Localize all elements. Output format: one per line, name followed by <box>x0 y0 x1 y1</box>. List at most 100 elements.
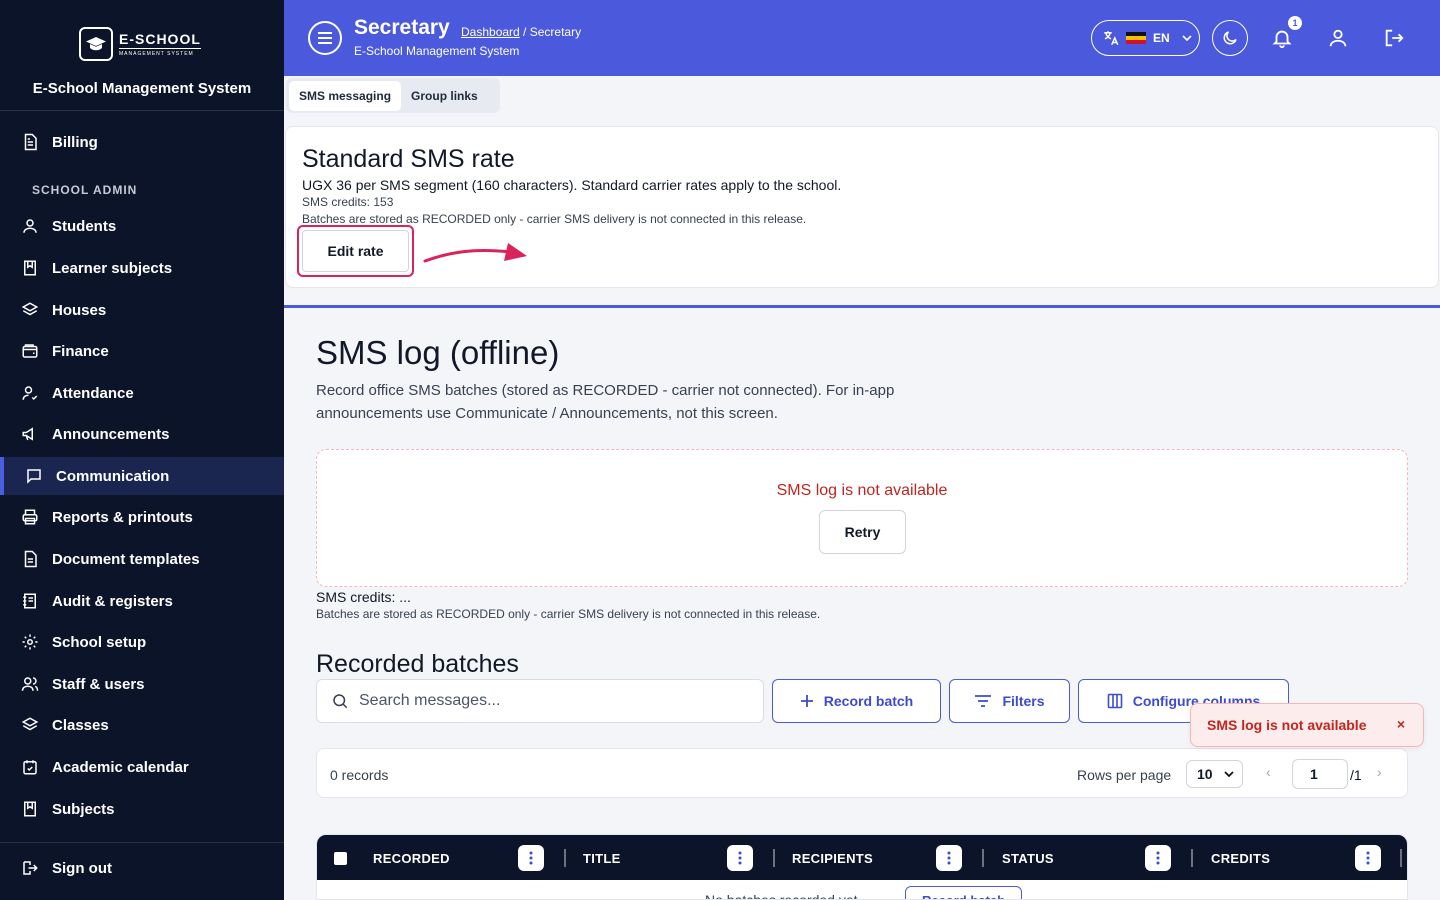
megaphone-icon <box>20 424 40 444</box>
header-subtitle: E-School Management System <box>354 44 520 58</box>
annotation-arrow-icon <box>423 243 527 263</box>
sidebar-item-academic-calendar[interactable]: Academic calendar <box>0 748 284 786</box>
breadcrumb-dashboard-link[interactable]: Dashboard <box>461 25 520 39</box>
page-total: /1 <box>1350 767 1362 783</box>
top-header: Secretary Dashboard / Secretary E-School… <box>284 0 1440 76</box>
sidebar-item-houses[interactable]: Houses <box>0 291 284 329</box>
page-input[interactable]: 1 <box>1292 759 1348 789</box>
dots-vertical-icon <box>1156 851 1160 865</box>
sidebar-item-classes[interactable]: Classes <box>0 706 284 744</box>
sidebar-item-finance[interactable]: Finance <box>0 332 284 370</box>
close-icon[interactable]: × <box>1397 716 1405 732</box>
sidebar-item-label: Academic calendar <box>52 758 189 776</box>
sidebar-item-announcements[interactable]: Announcements <box>0 415 284 453</box>
sidebar-item-staff-users[interactable]: Staff & users <box>0 665 284 703</box>
chevron-down-icon <box>1224 771 1234 778</box>
dots-vertical-icon <box>529 851 533 865</box>
document-icon <box>20 132 40 152</box>
sidebar-item-label: Students <box>52 217 117 235</box>
sidebar-item-reports[interactable]: Reports & printouts <box>0 498 284 536</box>
column-header-credits[interactable]: CREDITS <box>1211 851 1270 866</box>
sidebar-item-label: Reports & printouts <box>52 508 193 526</box>
sidebar-item-school-setup[interactable]: School setup <box>0 623 284 661</box>
column-resize-handle[interactable] <box>773 849 775 867</box>
column-resize-handle[interactable] <box>1191 849 1193 867</box>
column-resize-handle[interactable] <box>982 849 984 867</box>
sidebar-item-label: Audit & registers <box>52 592 173 610</box>
sidebar-item-subjects[interactable]: Subjects <box>0 790 284 828</box>
prev-page-icon[interactable]: ‹ <box>1266 764 1271 780</box>
breadcrumb: Dashboard / Secretary <box>461 25 581 39</box>
hamburger-icon <box>318 32 332 44</box>
notification-badge: 1 <box>1288 16 1302 30</box>
sign-out-icon <box>20 858 40 878</box>
notifications-button[interactable] <box>1270 26 1294 50</box>
search-input[interactable] <box>359 692 739 710</box>
sidebar: E-SCHOOL MANAGEMENT SYSTEM E-School Mana… <box>0 0 284 900</box>
sidebar-item-label: Attendance <box>52 384 134 402</box>
column-menu-button[interactable] <box>1355 845 1381 871</box>
sidebar-item-label: Learner subjects <box>52 259 173 277</box>
sidebar-item-label: School setup <box>52 633 147 651</box>
tab-group-links[interactable]: Group links <box>401 81 488 111</box>
profile-button[interactable] <box>1326 26 1350 50</box>
uganda-flag-icon <box>1126 32 1146 44</box>
column-menu-button[interactable] <box>727 845 753 871</box>
column-menu-button[interactable] <box>936 845 962 871</box>
filters-button[interactable]: Filters <box>949 679 1070 723</box>
plus-icon <box>800 694 814 708</box>
sidebar-item-label: Document templates <box>52 550 200 568</box>
bell-icon <box>1272 30 1292 49</box>
delivery-note: Batches are stored as RECORDED only - ca… <box>316 607 821 621</box>
logo-subtext: MANAGEMENT SYSTEM <box>119 51 194 57</box>
filters-label: Filters <box>1002 693 1045 709</box>
column-header-status[interactable]: STATUS <box>1002 851 1054 866</box>
tab-sms-messaging[interactable]: SMS messaging <box>289 80 402 111</box>
sidebar-item-learner-subjects[interactable]: Learner subjects <box>0 249 284 287</box>
language-code: EN <box>1153 31 1170 45</box>
sidebar-item-students[interactable]: Students <box>0 207 284 245</box>
empty-record-batch-button[interactable]: Record batch <box>905 886 1022 899</box>
edit-rate-button[interactable]: Edit rate <box>297 225 414 277</box>
column-menu-button[interactable] <box>1145 845 1171 871</box>
sidebar-item-attendance[interactable]: Attendance <box>0 374 284 412</box>
user-icon <box>1329 29 1347 47</box>
users-icon <box>20 674 40 694</box>
menu-toggle-button[interactable] <box>308 21 342 55</box>
rows-per-page-select[interactable]: 10 <box>1186 760 1243 788</box>
language-selector[interactable]: EN <box>1091 20 1200 56</box>
user-icon <box>20 216 40 236</box>
sign-out-button[interactable]: Sign out <box>0 849 284 887</box>
column-resize-handle[interactable] <box>1400 849 1402 867</box>
next-page-icon[interactable]: › <box>1377 764 1382 780</box>
dots-vertical-icon <box>947 851 951 865</box>
batches-table: RECORDED TITLE RECIPIENTS STATUS CREDITS… <box>316 834 1408 900</box>
column-header-recorded[interactable]: RECORDED <box>373 851 450 866</box>
logout-button[interactable] <box>1382 26 1406 50</box>
book-icon <box>20 799 40 819</box>
sidebar-item-label: Billing <box>52 133 98 151</box>
column-header-title[interactable]: TITLE <box>583 851 621 866</box>
sidebar-item-label: Staff & users <box>52 675 145 693</box>
calendar-icon <box>20 757 40 777</box>
toast-message: SMS log is not available <box>1207 717 1367 733</box>
printer-icon <box>20 507 40 527</box>
sidebar-item-communication[interactable]: Communication <box>0 457 284 495</box>
theme-toggle-button[interactable] <box>1212 20 1248 56</box>
column-header-recipients[interactable]: RECIPIENTS <box>792 851 873 866</box>
record-batch-button[interactable]: Record batch <box>772 679 941 723</box>
layers-icon <box>20 715 40 735</box>
retry-button[interactable]: Retry <box>819 510 906 554</box>
sidebar-item-document-templates[interactable]: Document templates <box>0 540 284 578</box>
filter-icon <box>974 694 992 708</box>
select-all-checkbox[interactable] <box>334 852 347 865</box>
sidebar-item-audit[interactable]: Audit & registers <box>0 582 284 620</box>
column-menu-button[interactable] <box>518 845 544 871</box>
logo-text: E-SCHOOL <box>119 31 201 49</box>
sms-log-title: SMS log (offline) <box>316 334 560 371</box>
chat-icon <box>24 466 44 486</box>
sidebar-item-billing[interactable]: Billing <box>0 123 284 161</box>
column-resize-handle[interactable] <box>564 849 566 867</box>
columns-icon <box>1107 693 1123 709</box>
moon-icon <box>1223 31 1237 45</box>
